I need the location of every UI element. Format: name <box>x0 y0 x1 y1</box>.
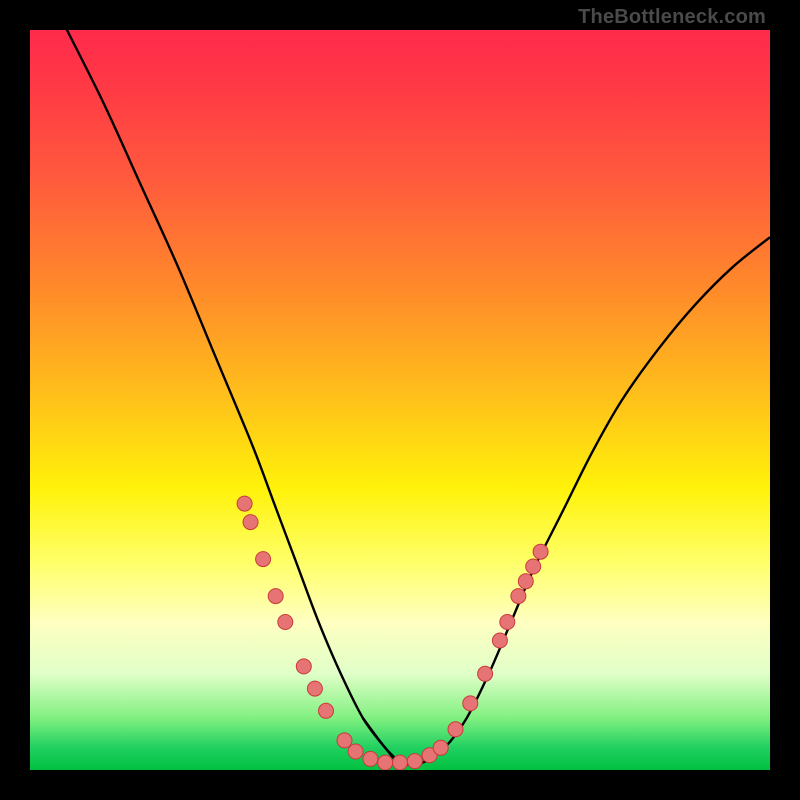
data-marker <box>268 589 283 604</box>
watermark: TheBottleneck.com <box>578 6 766 29</box>
data-marker <box>393 755 408 770</box>
data-marker <box>433 740 448 755</box>
data-marker <box>422 748 437 763</box>
data-marker <box>307 681 322 696</box>
data-marker <box>518 574 533 589</box>
data-marker <box>526 559 541 574</box>
chart-container: TheBottleneck.com <box>0 0 800 800</box>
data-marker <box>243 515 258 530</box>
data-marker <box>463 696 478 711</box>
data-marker <box>533 544 548 559</box>
data-marker <box>448 722 463 737</box>
data-marker <box>319 703 334 718</box>
data-marker <box>363 751 378 766</box>
data-marker <box>511 589 526 604</box>
data-marker <box>256 552 271 567</box>
data-marker <box>492 633 507 648</box>
data-marker <box>407 754 422 769</box>
chart-svg <box>30 30 770 770</box>
valley-line <box>363 718 444 764</box>
plot-area <box>30 30 770 770</box>
data-marker <box>478 666 493 681</box>
data-marker <box>348 744 363 759</box>
data-marker <box>500 615 515 630</box>
left-curve-line <box>30 30 400 763</box>
data-marker <box>296 659 311 674</box>
right-curve-line <box>400 237 770 763</box>
data-marker <box>278 615 293 630</box>
data-marker <box>378 755 393 770</box>
data-markers <box>237 496 548 770</box>
data-marker <box>337 733 352 748</box>
data-marker <box>237 496 252 511</box>
